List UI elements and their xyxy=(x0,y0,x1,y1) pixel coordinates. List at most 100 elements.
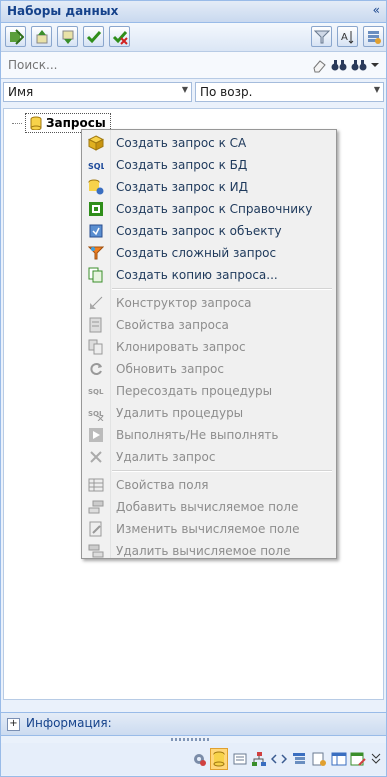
menu-item[interactable]: Создать запрос к ИД xyxy=(84,176,334,198)
menu-item-label: Добавить вычисляемое поле xyxy=(116,500,299,514)
collapse-button[interactable]: « xyxy=(373,3,380,17)
table-edit-icon[interactable] xyxy=(350,751,366,767)
remove-field-icon xyxy=(88,544,104,558)
menu-item: SQL Пересоздать процедуры xyxy=(84,380,334,402)
menu-item: Добавить вычисляемое поле xyxy=(84,496,334,518)
sql-delete-icon: SQL xyxy=(88,410,104,421)
tree-connector xyxy=(12,123,22,124)
menu-item-label: Создать копию запроса... xyxy=(116,268,278,282)
menu-item: Удалить запрос xyxy=(84,446,334,468)
menu-item[interactable]: Создать сложный запрос xyxy=(84,242,334,264)
menu-item: Конструктор запроса xyxy=(84,292,334,314)
panel-header: Наборы данных « xyxy=(1,1,386,23)
gear-settings-icon[interactable] xyxy=(191,751,207,767)
chevron-down-icon: ▼ xyxy=(181,85,188,94)
sort-alpha-button[interactable]: A xyxy=(337,26,358,47)
object-icon xyxy=(89,224,103,238)
binoculars-icon[interactable] xyxy=(331,57,347,73)
menu-item-label: Свойства поля xyxy=(116,478,209,492)
find-next-icon[interactable] xyxy=(351,57,367,73)
designer-icon xyxy=(89,296,103,310)
add-dataset-button[interactable] xyxy=(5,26,26,47)
add-field-icon xyxy=(88,500,104,514)
search-row xyxy=(1,52,386,79)
menu-separator xyxy=(112,288,332,290)
tree-list-icon[interactable] xyxy=(291,751,307,767)
menu-item-label: Создать запрос к объекту xyxy=(116,224,282,238)
info-expand-button[interactable]: + xyxy=(7,718,20,731)
menu-item-label: Создать запрос к ИД xyxy=(116,180,248,194)
dataset-settings-button[interactable] xyxy=(363,26,384,47)
table-icon[interactable] xyxy=(331,751,347,767)
copy-query-icon xyxy=(88,267,103,283)
search-options-chevron-icon[interactable] xyxy=(370,57,380,73)
delete-icon xyxy=(90,451,102,463)
bottom-toolbar xyxy=(1,743,386,775)
menu-item[interactable]: Создать копию запроса... xyxy=(84,264,334,286)
info-section: + Информация: xyxy=(1,712,386,736)
search-input[interactable] xyxy=(4,55,330,74)
database-icon xyxy=(30,116,42,130)
menu-item-label: Удалить вычисляемое поле xyxy=(116,544,291,558)
sort-field-select[interactable]: Имя ▼ xyxy=(3,82,192,102)
check-icon xyxy=(86,31,102,44)
toolbar: A xyxy=(1,23,386,52)
sort-order-select[interactable]: По возр. ▼ xyxy=(195,82,384,102)
menu-item-label: Создать запрос к Справочнику xyxy=(116,202,313,216)
code-icon[interactable] xyxy=(271,751,287,767)
check-button[interactable] xyxy=(83,26,104,47)
edit-field-icon xyxy=(89,521,102,537)
move-up-button[interactable] xyxy=(31,26,52,47)
chevron-down-icon: ▼ xyxy=(373,85,380,94)
datasets-icon xyxy=(213,751,225,767)
menu-item: Свойства запроса xyxy=(84,314,334,336)
dataset-settings-icon xyxy=(368,31,381,44)
sort-field-value: Имя xyxy=(8,85,34,99)
move-up-icon xyxy=(36,30,48,44)
menu-item: Изменить вычисляемое поле xyxy=(84,518,334,540)
menu-item-label: Обновить запрос xyxy=(116,362,224,376)
menu-item-label: Свойства запроса xyxy=(116,318,229,332)
sql-icon: SQL xyxy=(88,162,104,171)
reference-book-icon xyxy=(89,202,103,216)
menu-item[interactable]: SQL Создать запрос к БД xyxy=(84,154,334,176)
menu-item-label: Изменить вычисляемое поле xyxy=(116,522,300,536)
tree-node-label: Запросы xyxy=(46,116,106,130)
splitter-grip[interactable] xyxy=(171,738,211,741)
menu-item: Клонировать запрос xyxy=(84,336,334,358)
complex-query-icon xyxy=(88,246,104,260)
filter-button[interactable] xyxy=(311,26,332,47)
menu-item-label: Конструктор запроса xyxy=(116,296,252,310)
refresh-icon xyxy=(90,363,102,375)
eraser-icon[interactable] xyxy=(311,57,327,73)
menu-item: Выполнять/Не выполнять xyxy=(84,424,334,446)
move-down-button[interactable] xyxy=(57,26,78,47)
menu-item-label: Создать сложный запрос xyxy=(116,246,277,260)
uncheck-icon xyxy=(112,31,128,45)
context-menu: Создать запрос к СА SQL Создать запрос к Б… xyxy=(81,129,337,559)
sort-row: Имя ▼ По возр. ▼ xyxy=(1,80,386,106)
report-icon[interactable] xyxy=(311,751,327,767)
menu-item: Свойства поля xyxy=(84,474,334,496)
sql-recreate-icon: SQL xyxy=(88,388,104,396)
menu-item-label: Клонировать запрос xyxy=(116,340,246,354)
menu-item[interactable]: Создать запрос к СА xyxy=(84,132,334,154)
menu-item-label: Создать запрос к БД xyxy=(116,158,248,172)
db-info-icon xyxy=(88,179,104,195)
menu-item[interactable]: Создать запрос к объекту xyxy=(84,220,334,242)
panel-title: Наборы данных xyxy=(7,4,119,18)
list-icon[interactable] xyxy=(232,751,248,767)
menu-separator xyxy=(112,470,332,472)
menu-item: Удалить вычисляемое поле xyxy=(84,540,334,562)
overflow-chevron-icon[interactable] xyxy=(370,751,382,767)
cube-icon xyxy=(88,135,104,151)
tree-structure-icon[interactable] xyxy=(251,751,267,767)
menu-item[interactable]: Создать запрос к Справочнику xyxy=(84,198,334,220)
datasets-tab-button[interactable] xyxy=(210,748,228,770)
uncheck-button[interactable] xyxy=(109,26,130,47)
clone-icon xyxy=(88,339,103,355)
move-down-icon xyxy=(62,30,74,44)
sort-alpha-icon: A xyxy=(341,31,354,44)
info-label: Информация: xyxy=(26,716,112,730)
svg-text:A: A xyxy=(341,32,348,43)
